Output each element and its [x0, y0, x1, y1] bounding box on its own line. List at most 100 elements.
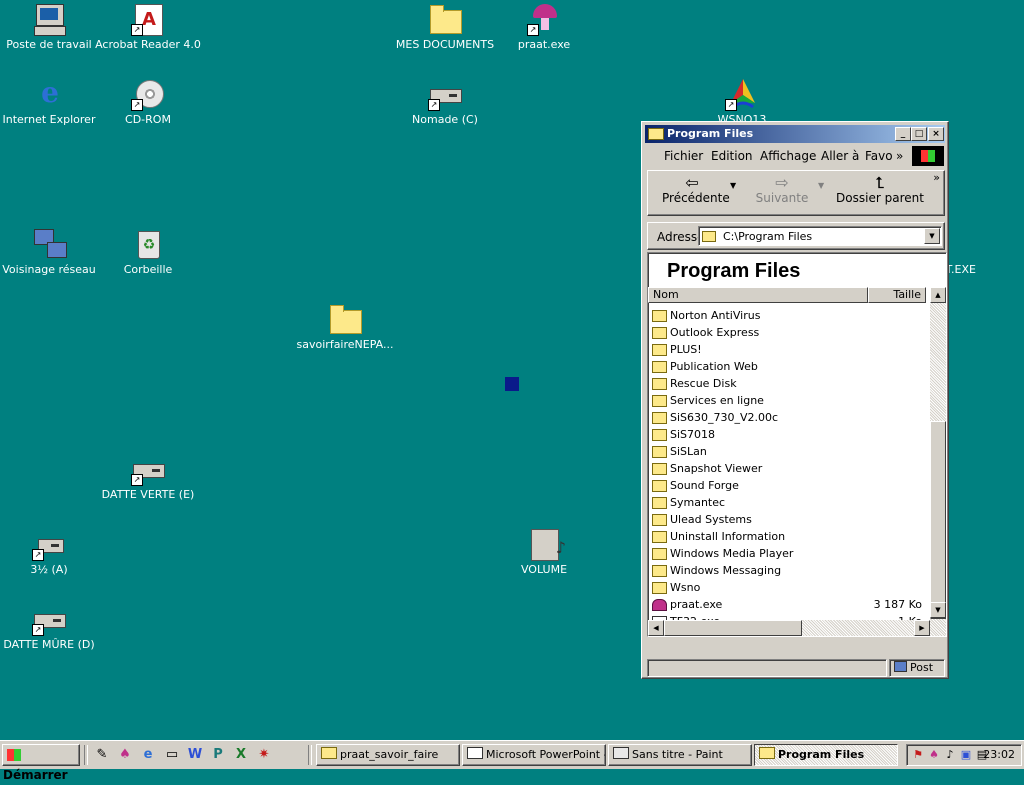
file-name: Symantec [670, 496, 726, 509]
up-folder-button[interactable]: ⮤ Dossier parent [832, 173, 928, 205]
network-neighborhood-desktop-icon[interactable]: Voisinage réseau [0, 227, 104, 276]
file-list-item[interactable]: Services en ligne [648, 392, 930, 409]
file-list-item[interactable]: Publication Web [648, 358, 930, 375]
floppy-icon: ↗ [32, 527, 66, 561]
file-list-item[interactable]: SiS7018 [648, 426, 930, 443]
quicklaunch-program-icon[interactable]: ✷ [256, 747, 272, 763]
column-name-header[interactable]: Nom [648, 287, 868, 303]
menu-affichage[interactable]: Affichage [760, 149, 816, 163]
horizontal-scroll-thumb[interactable] [664, 620, 802, 636]
start-button[interactable]: Démarrer [2, 744, 80, 782]
folder-icon [652, 327, 667, 339]
up-folder-label: Dossier parent [836, 191, 924, 205]
back-dropdown-icon[interactable]: ▼ [730, 181, 736, 190]
scroll-up-button[interactable]: ▲ [930, 287, 946, 303]
powerpoint-icon [467, 747, 483, 759]
tray-app-icon[interactable]: ⚑ [911, 748, 925, 762]
scroll-left-button[interactable]: ◀ [648, 620, 664, 636]
minimize-button[interactable]: _ [895, 127, 911, 141]
quicklaunch-desktop-icon[interactable]: ▭ [164, 747, 180, 763]
my-documents-desktop-icon[interactable]: MES DOCUMENTS [390, 2, 500, 51]
vertical-scroll-thumb[interactable] [930, 421, 946, 619]
vertical-scrollbar[interactable]: ▲ ▼ [930, 287, 946, 636]
back-button[interactable]: ⇦ Précédente [662, 173, 730, 205]
file-list-item[interactable]: Sound Forge [648, 477, 930, 494]
tray-volume-icon[interactable]: ♪ [943, 748, 957, 762]
scroll-right-button[interactable]: ▶ [914, 620, 930, 636]
praat-desktop-icon[interactable]: ↗ praat.exe [489, 2, 599, 51]
column-size-header[interactable]: Taille [868, 287, 926, 303]
quicklaunch-word-icon[interactable]: W [187, 747, 203, 763]
file-list-item[interactable]: Outlook Express [648, 324, 930, 341]
file-list-item[interactable]: Norton AntiVirus [648, 307, 930, 324]
window-titlebar[interactable]: Program Files _ □ × [645, 125, 945, 143]
file-list-item[interactable]: Rescue Disk [648, 375, 930, 392]
file-list-item[interactable]: PLUS! [648, 341, 930, 358]
folder-content-pane[interactable]: Program Files Nom Taille Norton AntiViru… [647, 252, 947, 637]
task-label: Sans titre - Paint [632, 748, 723, 761]
menu-aller-a[interactable]: Aller à [821, 149, 859, 163]
window-title: Program Files [667, 127, 754, 140]
file-list-item[interactable]: Windows Messaging [648, 562, 930, 579]
horizontal-scrollbar[interactable]: ◀ ▶ [648, 620, 930, 636]
menu-overflow-chevron[interactable]: » [896, 149, 903, 163]
file-list-item[interactable]: Ulead Systems [648, 511, 930, 528]
acrobat-desktop-icon[interactable]: A ↗ Acrobat Reader 4.0 [93, 2, 203, 51]
folder-icon [652, 531, 667, 543]
menu-favoris[interactable]: Favo [865, 149, 893, 163]
savoir-folder-desktop-icon[interactable]: savoirfaireNEPA... [290, 302, 400, 351]
folder-icon [652, 361, 667, 373]
file-list-item[interactable]: Snapshot Viewer [648, 460, 930, 477]
file-list-item[interactable]: SiS630_730_V2.00c [648, 409, 930, 426]
folder-icon [328, 302, 362, 336]
datte-verte-drive-desktop-icon[interactable]: ↗ DATTE VERTE (E) [93, 452, 203, 501]
folder-icon [321, 747, 337, 759]
menu-edition[interactable]: Edition [711, 149, 753, 163]
wsno-desktop-icon[interactable]: ↗ WSNO13 [687, 77, 797, 126]
folder-icon [652, 514, 667, 526]
address-input[interactable]: C:\Program Files ▼ [698, 226, 942, 246]
task-powerpoint[interactable]: Microsoft PowerPoint - ... [462, 744, 606, 766]
icon-label: praat.exe [517, 38, 571, 51]
quicklaunch-internet-explorer-icon[interactable]: e [140, 747, 156, 763]
task-program-files[interactable]: Program Files [754, 744, 898, 766]
volume-desktop-icon[interactable]: VOLUME [489, 527, 599, 576]
recycle-bin-desktop-icon[interactable]: ♻ Corbeille [93, 227, 203, 276]
file-list-item[interactable]: SiSLan [648, 443, 930, 460]
file-name: Services en ligne [670, 394, 764, 407]
quicklaunch-publisher-icon[interactable]: P [210, 747, 226, 763]
file-list-item[interactable]: Uninstall Information [648, 528, 930, 545]
folder-icon [652, 497, 667, 509]
datte-mure-drive-desktop-icon[interactable]: ↗ DATTE MÛRE (D) [0, 602, 104, 651]
tray-praat-icon[interactable]: ♠ [927, 748, 941, 762]
file-name: SiSLan [670, 445, 707, 458]
file-list-item[interactable]: Windows Media Player [648, 545, 930, 562]
tray-network-icon[interactable]: ▣ [959, 748, 973, 762]
floppy-drive-desktop-icon[interactable]: ↗ 3½ (A) [0, 527, 104, 576]
close-button[interactable]: × [928, 127, 944, 141]
quicklaunch-notepad-icon[interactable]: ✎ [94, 747, 110, 763]
forward-dropdown-icon[interactable]: ▼ [818, 181, 824, 190]
nomade-drive-desktop-icon[interactable]: ↗ Nomade (C) [390, 77, 500, 126]
folder-icon [652, 480, 667, 492]
internet-explorer-desktop-icon[interactable]: e Internet Explorer [0, 77, 104, 127]
menu-fichier[interactable]: Fichier [664, 149, 703, 163]
my-computer-desktop-icon[interactable]: Poste de travail [0, 2, 104, 51]
explorer-window[interactable]: Program Files _ □ × Fichier Edition Affi… [641, 121, 949, 679]
file-list-item[interactable]: Wsno [648, 579, 930, 596]
file-list-item[interactable]: praat.exe 3 187 Ko [648, 596, 930, 613]
clock[interactable]: 23:02 [983, 745, 1015, 765]
file-list-item[interactable]: Symantec [648, 494, 930, 511]
scroll-down-button[interactable]: ▼ [930, 602, 946, 618]
quicklaunch-excel-icon[interactable]: X [233, 747, 249, 763]
maximize-button[interactable]: □ [911, 127, 927, 141]
task-paint[interactable]: Sans titre - Paint [608, 744, 752, 766]
cdrom-desktop-icon[interactable]: ↗ CD-ROM [93, 77, 203, 126]
address-dropdown-button[interactable]: ▼ [924, 228, 940, 244]
file-name: Uninstall Information [670, 530, 786, 543]
start-label: Démarrer [3, 768, 68, 782]
quicklaunch-praat-icon[interactable]: ♠ [117, 747, 133, 763]
task-praat-savoir-faire[interactable]: praat_savoir_faire [316, 744, 460, 766]
toolbar-overflow-chevron[interactable]: » [933, 171, 940, 184]
forward-button[interactable]: ⇨ Suivante [752, 173, 812, 205]
